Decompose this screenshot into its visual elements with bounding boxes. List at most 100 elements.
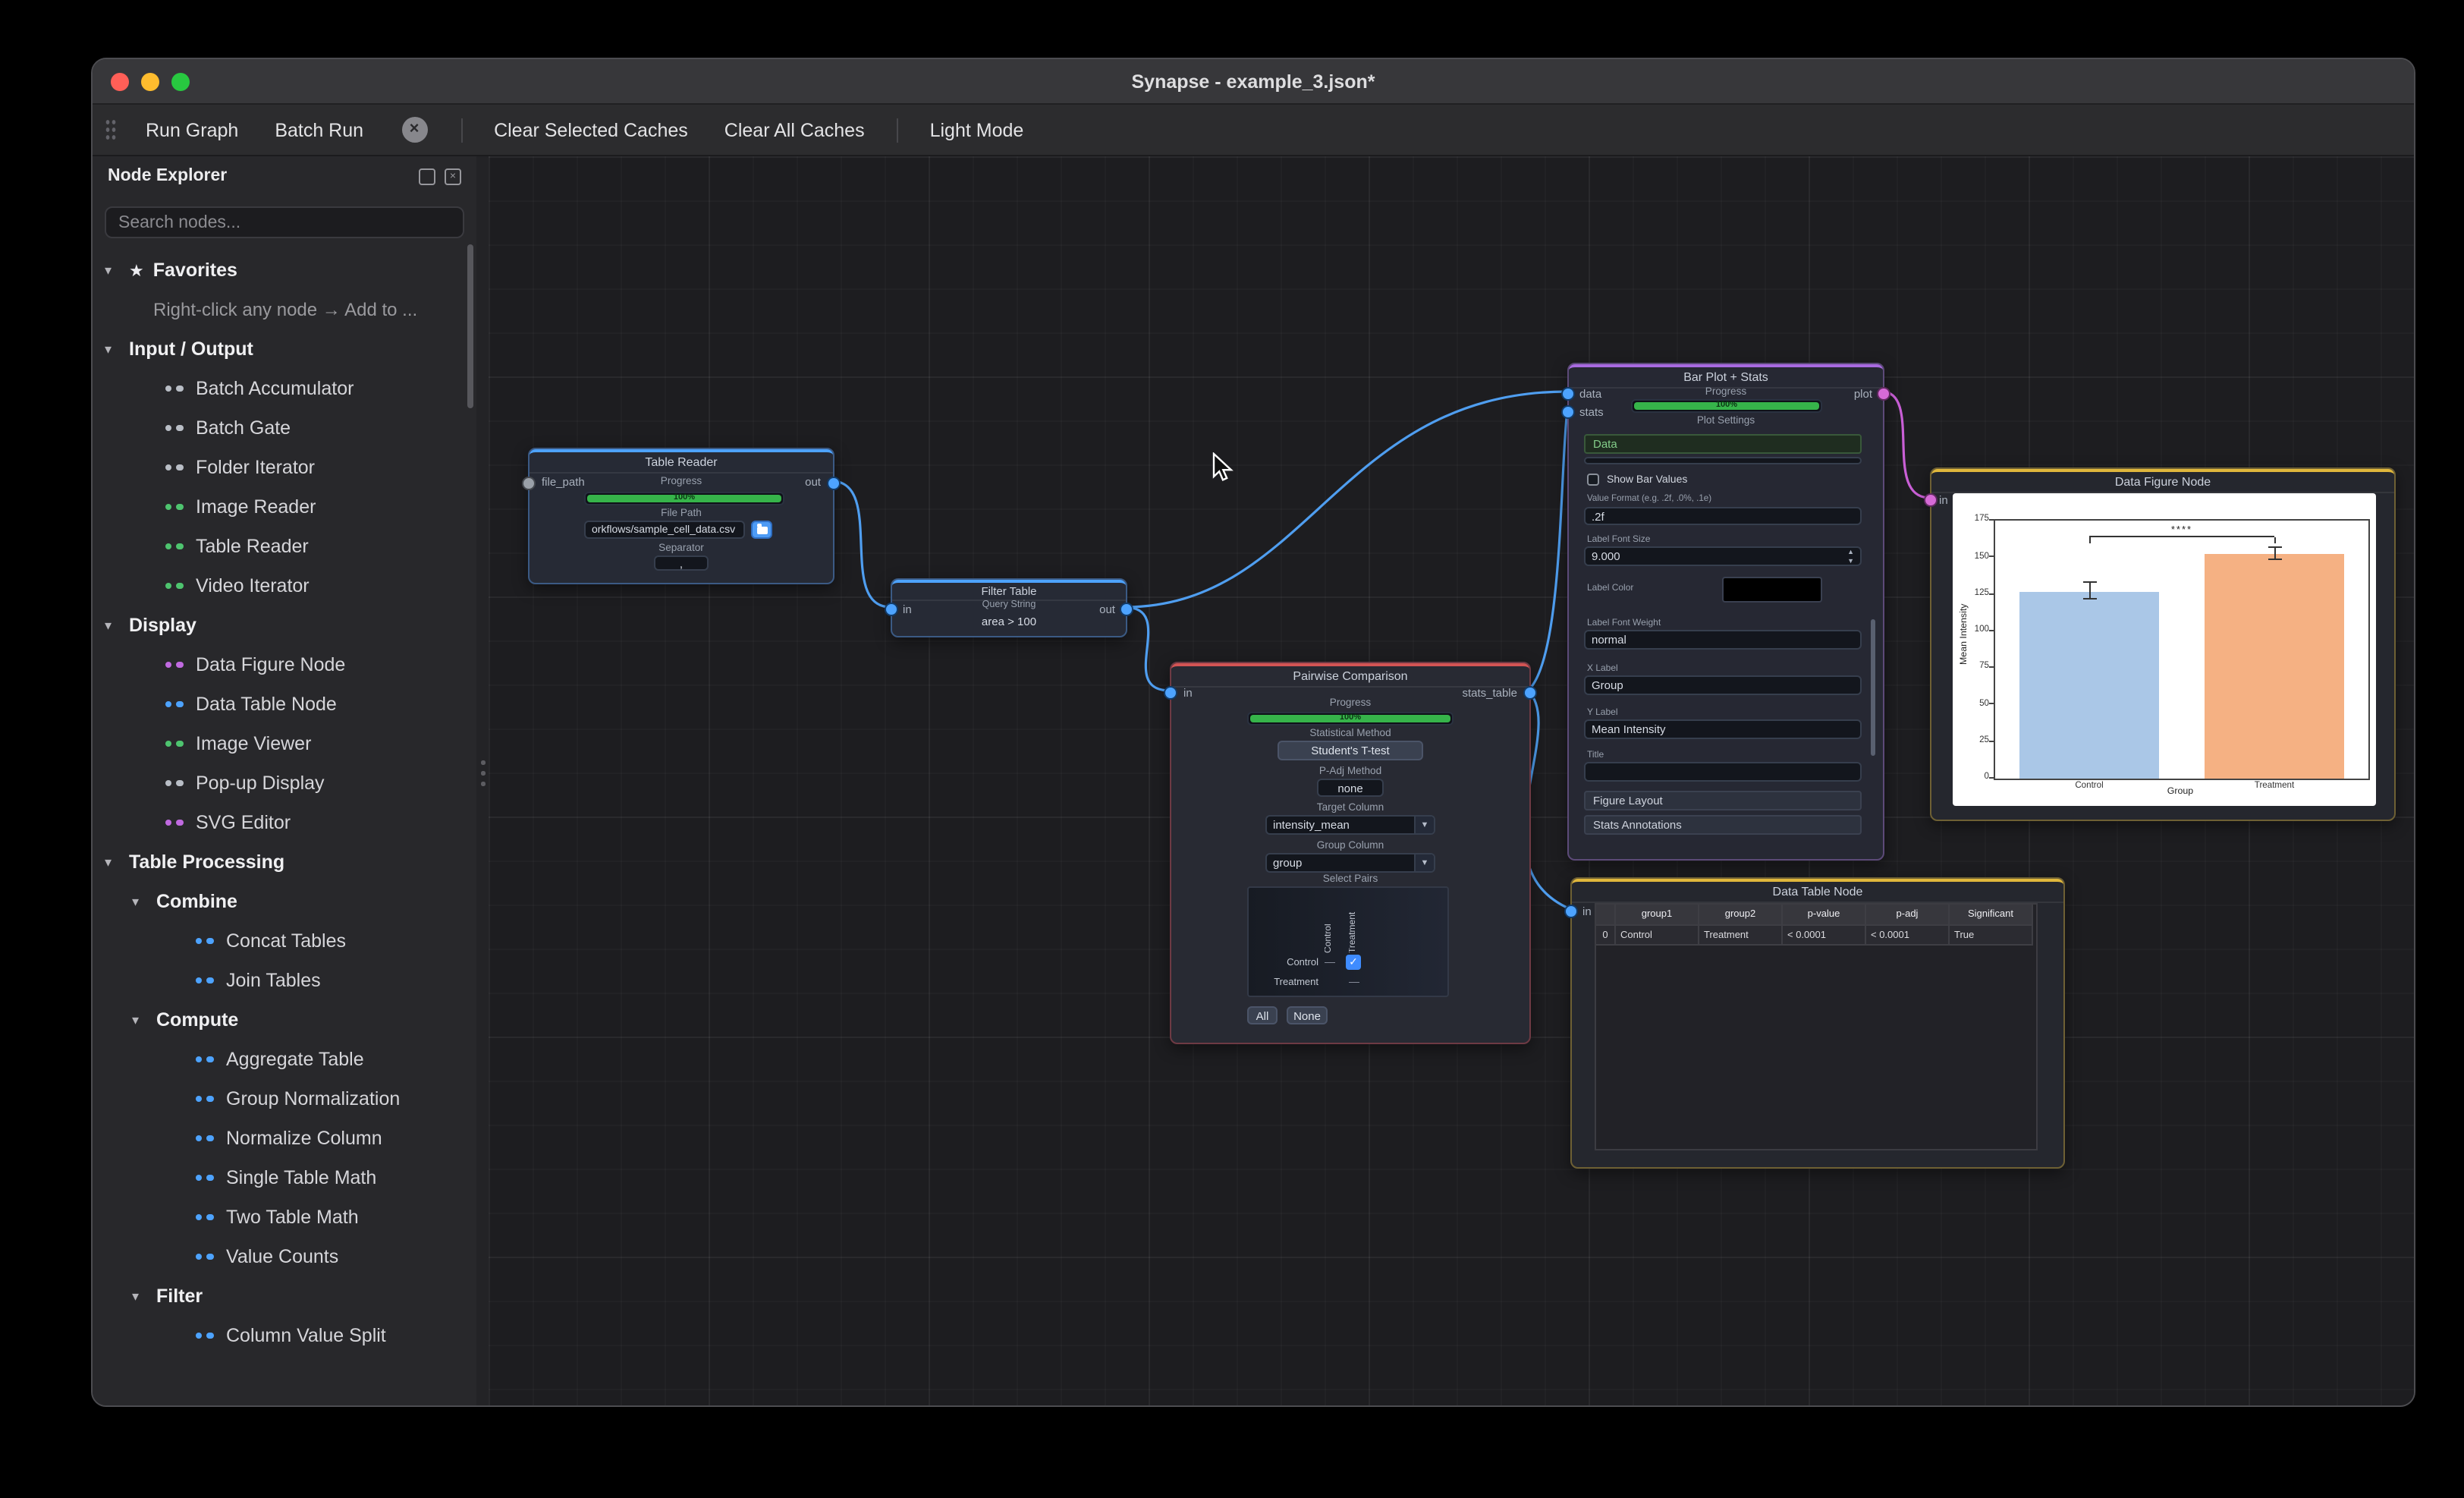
sidebar-item-join-tables[interactable]: Join Tables [93, 961, 476, 1000]
cancel-run-button[interactable]: × [401, 117, 428, 143]
port-in[interactable] [1564, 904, 1578, 917]
port-in[interactable] [1924, 493, 1938, 506]
caret-down-icon[interactable]: ▾ [132, 1288, 147, 1304]
show-bar-values-checkbox[interactable] [1587, 474, 1599, 486]
port-file-path[interactable] [522, 476, 536, 489]
sidebar-item-svg-editor[interactable]: SVG Editor [93, 803, 476, 842]
pair-checkbox-control-treatment[interactable]: ✓ [1346, 955, 1361, 970]
port-out[interactable] [827, 476, 841, 489]
field-label: Separator [658, 543, 704, 554]
node-table-reader[interactable]: Table Reader file_path out Progress 100%… [522, 448, 841, 584]
run-graph-button[interactable]: Run Graph [129, 112, 255, 148]
title-input[interactable] [1584, 762, 1862, 782]
node-title: Pairwise Comparison [1171, 663, 1529, 688]
label-font-size-spinner[interactable]: 9.000 ▲ ▼ [1584, 546, 1862, 566]
caret-down-icon[interactable]: ▾ [105, 262, 120, 279]
sidebar-category-favorites[interactable]: ▾ ★ Favorites [93, 250, 476, 290]
table-row[interactable]: 0 Control Treatment < 0.0001 < 0.0001 True [1596, 926, 2036, 946]
toolbar-drag-handle-icon[interactable] [105, 118, 117, 141]
sidebar-item-pop-up-display[interactable]: Pop-up Display [93, 763, 476, 803]
sidebar-category-compute[interactable]: ▾ Compute [93, 1000, 476, 1040]
label-color-swatch[interactable] [1722, 577, 1822, 603]
sidebar-item-single-table-math[interactable]: Single Table Math [93, 1158, 476, 1197]
node-filter-table[interactable]: Filter Table in out Query String area > … [885, 578, 1133, 637]
sidebar-item-two-table-math[interactable]: Two Table Math [93, 1197, 476, 1237]
sidebar-item-aggregate-table[interactable]: Aggregate Table [93, 1040, 476, 1079]
sidebar-item-data-figure-node[interactable]: Data Figure Node [93, 645, 476, 684]
sidebar-category-input-output[interactable]: ▾ Input / Output [93, 329, 476, 369]
sidebar-item-folder-iterator[interactable]: Folder Iterator [93, 448, 476, 487]
p-adj-method-select[interactable]: none [1317, 779, 1384, 797]
query-value[interactable]: area > 100 [892, 616, 1126, 628]
y-axis-label: Mean Intensity [1959, 603, 1969, 666]
node-bar-plot-stats[interactable]: Bar Plot + Stats data stats plot Progres… [1561, 363, 1890, 861]
sidebar-item-value-counts[interactable]: Value Counts [93, 1237, 476, 1276]
close-window-button[interactable] [111, 72, 129, 90]
port-in[interactable] [885, 602, 898, 615]
sidebar-category-combine[interactable]: ▾ Combine [93, 882, 476, 921]
sidebar-item-video-iterator[interactable]: Video Iterator [93, 566, 476, 606]
select-all-pairs-button[interactable]: All [1247, 1006, 1278, 1024]
port-stats[interactable] [1561, 404, 1575, 418]
separator-input[interactable]: , [654, 555, 709, 571]
sidebar-category-display[interactable]: ▾ Display [93, 606, 476, 645]
node-data-figure[interactable]: Data Figure Node in 0 25 50 75 100 125 150 175 C… [1924, 467, 2396, 821]
clear-all-caches-button[interactable]: Clear All Caches [708, 112, 882, 148]
caret-down-icon[interactable]: ▾ [132, 893, 147, 910]
light-mode-button[interactable]: Light Mode [913, 112, 1041, 148]
sidebar-item-concat-tables[interactable]: Concat Tables [93, 921, 476, 961]
sidebar-item-normalize-column[interactable]: Normalize Column [93, 1119, 476, 1158]
port-data[interactable] [1561, 386, 1575, 400]
sidebar-item-column-value-split[interactable]: Column Value Split [93, 1316, 476, 1355]
file-path-input[interactable]: orkflows/sample_cell_data.csv [584, 521, 745, 539]
sidebar-item-group-normalization[interactable]: Group Normalization [93, 1079, 476, 1119]
minimize-window-button[interactable] [141, 72, 159, 90]
select-none-pairs-button[interactable]: None [1287, 1006, 1328, 1024]
significance-bracket [2089, 535, 2274, 537]
clear-selected-caches-button[interactable]: Clear Selected Caches [477, 112, 705, 148]
float-panel-icon[interactable] [419, 168, 435, 184]
sidebar-category-filter[interactable]: ▾ Filter [93, 1276, 476, 1316]
sidebar-item-data-table-node[interactable]: Data Table Node [93, 684, 476, 724]
target-column-select[interactable]: intensity_mean ▼ [1265, 815, 1435, 835]
value-format-input[interactable]: .2f [1584, 507, 1862, 525]
caret-down-icon[interactable]: ▾ [132, 1012, 147, 1028]
port-stats-table[interactable] [1523, 685, 1537, 699]
port-out[interactable] [1120, 602, 1133, 615]
caret-down-icon[interactable]: ▾ [105, 617, 120, 634]
sidebar-item-batch-accumulator[interactable]: Batch Accumulator [93, 369, 476, 408]
section-stats-annotations[interactable]: Stats Annotations [1584, 815, 1862, 835]
sidebar-scrollbar[interactable] [467, 244, 473, 408]
x-label-input[interactable]: Group [1584, 675, 1862, 695]
sidebar-resize-handle[interactable] [476, 156, 489, 1405]
sidebar-category-table-processing[interactable]: ▾ Table Processing [93, 842, 476, 882]
field-label: X Label [1587, 665, 1618, 674]
zoom-window-button[interactable] [171, 72, 190, 90]
sidebar-item-table-reader[interactable]: Table Reader [93, 527, 476, 566]
search-input[interactable] [105, 206, 464, 238]
port-plot[interactable] [1877, 386, 1890, 400]
settings-scrollbar[interactable] [1871, 619, 1875, 756]
titlebar[interactable]: Synapse - example_3.json* [93, 59, 2414, 105]
field-label: Title [1587, 751, 1604, 760]
group-column-select[interactable]: group ▼ [1265, 853, 1435, 873]
statistical-method-select[interactable]: Student's T-test [1278, 741, 1423, 760]
node-pairwise-comparison[interactable]: Pairwise Comparison in stats_table Progr… [1164, 662, 1537, 1044]
node-data-table[interactable]: Data Table Node in group1 group2 p-value p-… [1564, 877, 2065, 1169]
close-panel-icon[interactable]: × [445, 168, 461, 184]
pairs-matrix[interactable]: Control Treatment Control Treatment — ✓ … [1247, 886, 1449, 997]
section-figure-layout[interactable]: Figure Layout [1584, 791, 1862, 810]
sidebar-item-image-reader[interactable]: Image Reader [93, 487, 476, 527]
port-in[interactable] [1164, 685, 1177, 699]
sidebar-item-batch-gate[interactable]: Batch Gate [93, 408, 476, 448]
spinner-arrows-icon[interactable]: ▲ ▼ [1847, 549, 1854, 565]
y-label-input[interactable]: Mean Intensity [1584, 719, 1862, 739]
label-font-weight-input[interactable]: normal [1584, 630, 1862, 650]
batch-run-button[interactable]: Batch Run [258, 112, 380, 148]
sidebar-item-image-viewer[interactable]: Image Viewer [93, 724, 476, 763]
caret-down-icon[interactable]: ▾ [105, 854, 120, 870]
caret-down-icon[interactable]: ▾ [105, 341, 120, 357]
node-canvas[interactable]: Table Reader file_path out Progress 100%… [489, 156, 2414, 1405]
browse-folder-button[interactable] [751, 521, 772, 539]
section-data[interactable]: Data [1584, 434, 1862, 454]
